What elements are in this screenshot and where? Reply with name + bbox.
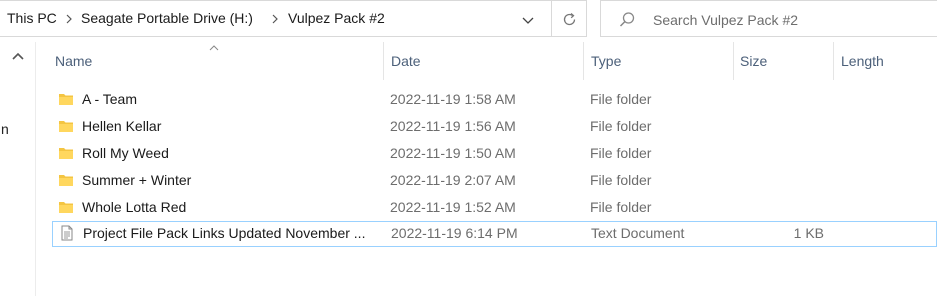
file-name: A - Team	[82, 91, 137, 107]
folder-icon	[59, 121, 73, 132]
chevron-right-icon[interactable]	[269, 13, 281, 25]
refresh-icon	[563, 13, 576, 26]
file-type: File folder	[590, 91, 652, 107]
file-name: Roll My Weed	[82, 145, 169, 161]
text-document-icon	[61, 225, 73, 241]
file-name: Project File Pack Links Updated November…	[83, 225, 366, 241]
address-bar[interactable]: This PC Seagate Portable Drive (H:) Vulp…	[0, 0, 552, 37]
column-header-type-label: Type	[591, 53, 622, 69]
column-header-date[interactable]: Date	[384, 42, 584, 80]
column-header-size-label: Size	[740, 53, 768, 69]
column-header-name-label: Name	[55, 53, 93, 69]
folder-icon	[59, 148, 73, 159]
column-header-name[interactable]: Name	[52, 42, 384, 80]
file-name: Hellen Kellar	[82, 118, 162, 134]
chevron-down-icon[interactable]	[520, 12, 536, 28]
column-header-date-label: Date	[391, 53, 421, 69]
file-type: File folder	[590, 199, 652, 215]
file-date: 2022-11-19 1:50 AM	[390, 145, 516, 161]
refresh-button[interactable]	[552, 0, 587, 37]
file-date: 2022-11-19 2:07 AM	[390, 172, 516, 188]
file-size: 1 KB	[793, 225, 824, 241]
file-date: 2022-11-19 1:58 AM	[390, 91, 516, 107]
search-box[interactable]	[600, 0, 937, 37]
search-icon	[619, 12, 635, 27]
file-type: File folder	[590, 172, 652, 188]
file-row[interactable]: A - Team 2022-11-19 1:58 AM File folder	[52, 87, 937, 113]
chevron-right-icon[interactable]	[63, 13, 75, 25]
file-row[interactable]: Hellen Kellar 2022-11-19 1:56 AM File fo…	[52, 114, 937, 140]
column-header-type[interactable]: Type	[584, 42, 734, 80]
file-row[interactable]: Roll My Weed 2022-11-19 1:50 AM File fol…	[52, 141, 937, 167]
folder-icon	[59, 175, 73, 186]
file-date: 2022-11-19 1:56 AM	[390, 118, 516, 134]
breadcrumb-current-folder[interactable]: Vulpez Pack #2	[288, 10, 385, 26]
nav-pane-item-label[interactable]: n	[1, 121, 9, 137]
file-type: File folder	[590, 118, 652, 134]
folder-icon	[59, 94, 73, 105]
file-date: 2022-11-19 6:14 PM	[391, 225, 518, 241]
file-name: Whole Lotta Red	[82, 199, 187, 215]
folder-icon	[59, 202, 73, 213]
breadcrumb-drive[interactable]: Seagate Portable Drive (H:)	[81, 10, 253, 26]
scroll-up-arrow-icon[interactable]	[11, 51, 25, 61]
file-type: File folder	[590, 145, 652, 161]
column-header-length[interactable]: Length	[834, 42, 937, 80]
nav-pane-scrollbar[interactable]	[0, 42, 36, 296]
search-input[interactable]	[651, 9, 925, 31]
file-name: Summer + Winter	[82, 172, 192, 188]
file-date: 2022-11-19 1:52 AM	[390, 199, 516, 215]
file-row-selected[interactable]: Project File Pack Links Updated November…	[52, 221, 937, 247]
column-header-length-label: Length	[841, 53, 884, 69]
file-type: Text Document	[591, 225, 685, 241]
file-row[interactable]: Whole Lotta Red 2022-11-19 1:52 AM File …	[52, 195, 937, 221]
column-header-size[interactable]: Size	[734, 42, 834, 80]
breadcrumb-this-pc[interactable]: This PC	[7, 10, 57, 26]
file-row[interactable]: Summer + Winter 2022-11-19 2:07 AM File …	[52, 168, 937, 194]
